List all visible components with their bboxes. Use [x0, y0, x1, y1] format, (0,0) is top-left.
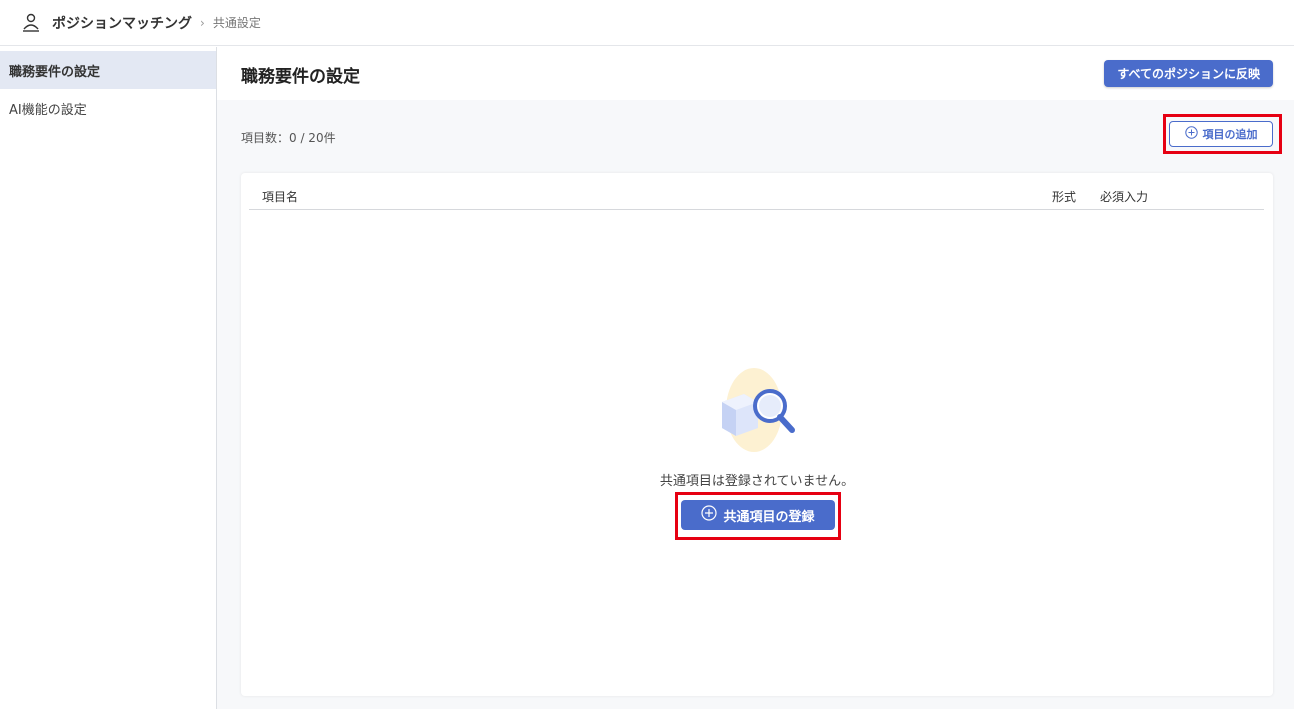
items-table-card: 項目名 形式 必須入力 共通項目は登録されていません。 共通項目の登録: [241, 173, 1273, 696]
top-header: ポジションマッチング › 共通設定: [0, 0, 1294, 46]
highlight-box: 項目の追加: [1163, 114, 1282, 154]
empty-message: 共通項目は登録されていません。: [659, 474, 855, 489]
apply-all-positions-button[interactable]: すべてのポジションに反映: [1104, 60, 1273, 87]
main-content: 職務要件の設定 すべてのポジションに反映 項目数：0 / 20件 項目の追加 項…: [217, 47, 1294, 709]
register-common-item-label: 共通項目の登録: [723, 509, 815, 525]
person-logo-icon: [20, 12, 42, 34]
register-common-item-button[interactable]: 共通項目の登録: [681, 500, 835, 530]
item-count: 項目数：0 / 20件: [241, 131, 336, 145]
table-header: 項目名 形式 必須入力: [249, 182, 1264, 210]
sidebar-item-label: 職務要件の設定: [9, 64, 101, 80]
empty-search-illustration-icon: [718, 366, 798, 454]
sidebar: 職務要件の設定 AI機能の設定: [0, 47, 217, 709]
add-item-label: 項目の追加: [1202, 128, 1258, 141]
sidebar-item-job-requirements[interactable]: 職務要件の設定: [0, 51, 216, 89]
app-title[interactable]: ポジションマッチング: [52, 13, 192, 33]
highlight-box: 共通項目の登録: [675, 492, 841, 540]
sidebar-item-ai-settings[interactable]: AI機能の設定: [0, 89, 216, 127]
column-header-required: 必須入力: [1100, 190, 1149, 204]
add-item-button[interactable]: 項目の追加: [1169, 121, 1273, 147]
breadcrumb-current: 共通設定: [212, 16, 261, 30]
plus-circle-icon: [1184, 126, 1198, 142]
breadcrumb-separator: ›: [200, 15, 205, 30]
column-header-type: 形式: [1052, 190, 1077, 204]
page-header: 職務要件の設定 すべてのポジションに反映: [217, 47, 1294, 100]
sidebar-item-label: AI機能の設定: [9, 102, 87, 118]
plus-circle-icon: [701, 505, 718, 525]
column-header-name: 項目名: [262, 190, 299, 204]
page-title: 職務要件の設定: [241, 67, 360, 87]
